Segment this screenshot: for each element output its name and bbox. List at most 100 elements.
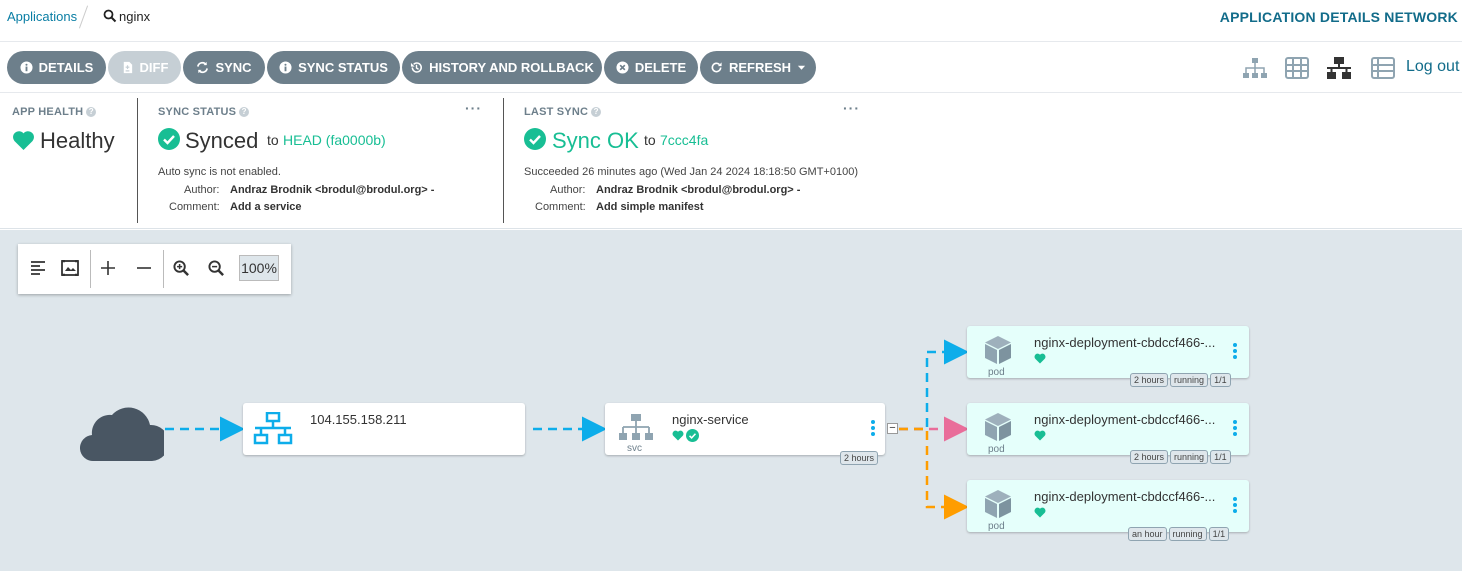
panel-divider [503,98,504,223]
breadcrumb-app-name[interactable]: nginx [119,9,150,24]
pod-name: nginx-deployment-cbdccf466-... [1034,412,1216,427]
refresh-button[interactable]: REFRESH [700,51,816,84]
caret-down-icon [797,65,806,70]
app-health-label: APP HEALTH [12,106,84,118]
sync-author: Andraz Brodnik <brodul@brodul.org> - [230,184,435,196]
last-sync-heading: LAST SYNC? [524,106,602,118]
diff-label: DIFF [139,60,169,75]
app-health-value: Healthy [40,128,115,153]
pod-node[interactable]: pod nginx-deployment-cbdccf466-... [967,480,1249,532]
check-circle-icon [158,128,180,150]
help-icon[interactable]: ? [239,107,250,117]
sync-button[interactable]: SYNC [183,51,265,84]
pod-age-tag: an hour [1128,527,1167,541]
auto-sync-text: Auto sync is not enabled. [158,166,281,178]
sync-label: SYNC [215,60,252,75]
last-sync-comment: Add simple manifest [596,201,704,213]
sync-status-label: SYNC STATUS [298,60,388,75]
pod-node[interactable]: pod nginx-deployment-cbdccf466-... [967,326,1249,378]
pod-status-tag: running [1170,373,1209,387]
service-name: nginx-service [672,412,749,427]
pod-age-tag: 2 hours [1130,450,1169,464]
sync-status-button[interactable]: SYNC STATUS [267,51,400,84]
pod-kind: pod [988,521,1005,532]
last-sync-author-label: Author: [550,184,586,196]
breadcrumb-applications[interactable]: Applications [7,9,77,24]
sync-comment: Add a service [230,201,302,213]
file-diff-icon [123,61,132,74]
history-rollback-button[interactable]: HISTORY AND ROLLBACK [402,51,602,84]
heart-icon [1034,430,1046,441]
pod-kind: pod [988,367,1005,378]
details-button[interactable]: DETAILS [7,51,106,84]
last-sync-revision[interactable]: 7ccc4fa [660,132,708,148]
service-kind: svc [627,443,642,454]
ip-address: 104.155.158.211 [310,412,407,427]
help-icon[interactable]: ? [86,107,97,117]
panel-divider [137,98,138,223]
details-label: DETAILS [38,60,94,75]
last-sync-more-button[interactable]: ··· [843,100,860,116]
cloud-icon [80,407,164,462]
delete-label: DELETE [634,60,687,75]
pod-age-tag: 2 hours [1130,373,1169,387]
list-view-icon[interactable] [1370,56,1396,80]
help-icon[interactable]: ? [591,107,602,117]
pod-tags: 2 hours running 1/1 [1130,450,1231,464]
service-age-tag: 2 hours [840,451,879,465]
heart-icon [672,430,684,441]
pod-menu-button[interactable] [1232,342,1238,362]
pod-tags: 2 hours running 1/1 [1130,373,1231,387]
tree-view-icon[interactable] [1242,56,1268,80]
pod-menu-button[interactable] [1232,496,1238,516]
diff-button[interactable]: DIFF [108,51,181,84]
sync-status-label: SYNC STATUS [158,106,237,118]
page-title: APPLICATION DETAILS NETWORK [1219,9,1458,25]
pod-name: nginx-deployment-cbdccf466-... [1034,335,1216,350]
history-icon [411,62,423,73]
pod-cube-icon [985,336,1011,364]
top-bar: Applications nginx APPLICATION DETAILS N… [0,0,1462,42]
last-sync-author: Andraz Brodnik <brodul@brodul.org> - [596,184,801,196]
app-health-heading: APP HEALTH? [12,106,97,118]
network-icon [253,412,293,445]
network-graph-canvas[interactable]: 100% 104.155.158.211 svc nginx-service 2… [0,230,1462,571]
pod-cube-icon [985,413,1011,441]
ingress-ip-node[interactable]: 104.155.158.211 [243,403,525,455]
pod-status-tag: running [1168,527,1207,541]
sync-status-to: to [267,132,279,148]
heart-icon [13,131,34,151]
pod-ready-tag: 1/1 [1208,527,1230,541]
last-sync-to: to [644,132,656,148]
last-sync-label: LAST SYNC [524,106,589,118]
delete-button[interactable]: DELETE [604,51,698,84]
status-panel: APP HEALTH? Healthy SYNC STATUS? ··· Syn… [0,94,1462,229]
search-icon[interactable] [103,9,117,23]
pods-grid-view-icon[interactable] [1284,56,1310,80]
sync-status-more-button[interactable]: ··· [465,100,482,116]
check-circle-icon [524,128,546,150]
refresh-label: REFRESH [728,60,792,75]
sync-author-label: Author: [184,184,220,196]
pod-tags: an hour running 1/1 [1128,527,1230,541]
info-icon [279,61,292,74]
heart-icon [1034,507,1046,518]
logout-link[interactable]: Log out [1406,58,1459,76]
sync-status-revision[interactable]: HEAD (fa0000b) [283,132,386,148]
pod-name: nginx-deployment-cbdccf466-... [1034,489,1216,504]
action-toolbar: DETAILS DIFF SYNC SYNC STATUS HISTORY AN… [0,42,1462,93]
delete-icon [616,61,629,74]
service-tags: 2 hours [840,451,879,465]
pod-kind: pod [988,444,1005,455]
network-view-icon[interactable] [1326,56,1352,80]
info-icon [20,61,33,74]
service-collapse-button[interactable]: − [887,423,898,434]
history-label: HISTORY AND ROLLBACK [429,60,594,75]
service-node[interactable]: svc nginx-service [605,403,885,455]
sync-comment-label: Comment: [169,201,220,213]
pod-menu-button[interactable] [1232,419,1238,439]
sync-icon [197,61,209,74]
sync-status-value: Synced [185,128,259,153]
service-menu-button[interactable] [870,419,876,439]
pod-node[interactable]: pod nginx-deployment-cbdccf466-... [967,403,1249,455]
